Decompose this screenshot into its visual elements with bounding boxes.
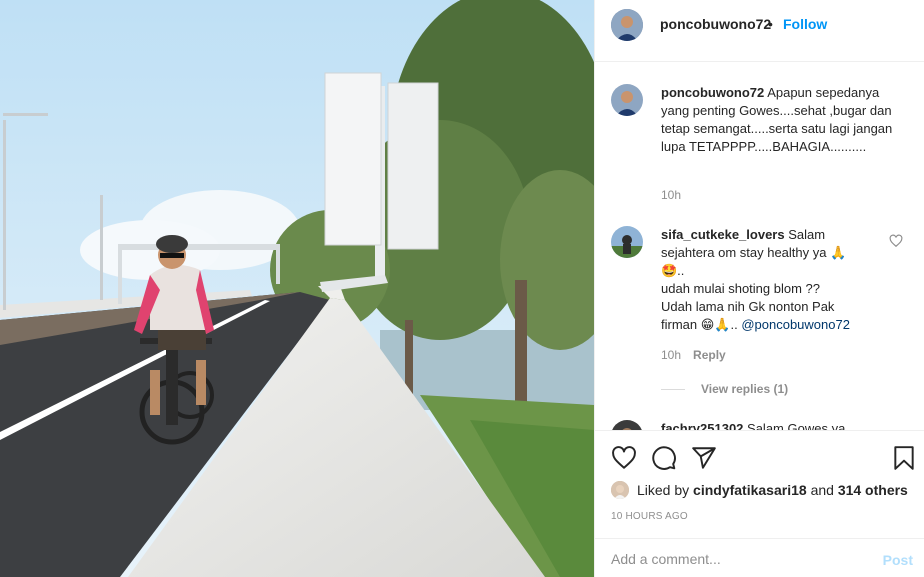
reply-button[interactable]: Reply bbox=[693, 348, 726, 362]
view-replies-button[interactable]: View replies (1) bbox=[661, 382, 788, 396]
caption-avatar[interactable] bbox=[611, 84, 643, 116]
view-replies-label: View replies (1) bbox=[701, 382, 789, 396]
author-avatar[interactable] bbox=[611, 9, 643, 41]
author-username[interactable]: poncobuwono72 bbox=[660, 16, 771, 32]
caption-time[interactable]: 10h bbox=[661, 188, 681, 202]
add-comment-bar: Post bbox=[595, 538, 924, 577]
comment-text-line: 🤩.. bbox=[661, 263, 685, 278]
bookmark-icon[interactable] bbox=[891, 445, 917, 471]
caption-text-block: poncobuwono72 Apapun sepedanya yang pent… bbox=[661, 84, 901, 156]
comment-text-line: firman 😁🙏.. bbox=[661, 317, 738, 332]
post-image-illustration bbox=[0, 0, 594, 577]
separator-dot: • bbox=[768, 16, 773, 32]
liker-avatar[interactable] bbox=[611, 481, 629, 499]
share-icon[interactable] bbox=[691, 445, 717, 471]
post-image[interactable] bbox=[0, 0, 594, 577]
avatar-picture bbox=[611, 9, 643, 41]
caption-username[interactable]: poncobuwono72 bbox=[661, 85, 764, 100]
comment-input[interactable] bbox=[611, 551, 861, 567]
liker-username[interactable]: cindyfatikasari18 bbox=[693, 482, 807, 498]
replies-divider bbox=[661, 389, 685, 391]
comment-heart-icon[interactable] bbox=[889, 234, 903, 248]
avatar-picture bbox=[611, 481, 629, 499]
avatar-picture bbox=[611, 84, 643, 116]
avatar-picture bbox=[611, 226, 643, 258]
comment-username[interactable]: sifa_cutkeke_lovers bbox=[661, 227, 785, 242]
likes-summary: Liked by cindyfatikasari18 and 314 other… bbox=[611, 480, 908, 500]
heart-icon[interactable] bbox=[611, 445, 637, 471]
post-timestamp[interactable]: 10 HOURS AGO bbox=[611, 511, 688, 522]
post-comment-button[interactable]: Post bbox=[883, 552, 913, 568]
comments-list[interactable]: poncobuwono72 Apapun sepedanya yang pent… bbox=[595, 62, 924, 430]
comment-avatar[interactable] bbox=[611, 226, 643, 258]
post-sidebar: poncobuwono72 • Follow poncobuwono72 Apa… bbox=[594, 0, 924, 577]
follow-button[interactable]: Follow bbox=[783, 16, 827, 32]
comment-avatar[interactable] bbox=[611, 420, 643, 430]
comment-meta: 10h Reply bbox=[661, 348, 726, 362]
comment-text: Salam Gowes ya bbox=[747, 421, 846, 430]
comment-mention[interactable]: @poncobuwono72 bbox=[741, 317, 850, 332]
comment-username[interactable]: fachry251302 bbox=[661, 421, 743, 430]
likes-prefix: Liked by bbox=[637, 482, 690, 498]
comment-text-block: sifa_cutkeke_lovers Salam sejahtera om s… bbox=[661, 226, 881, 334]
likes-others-link[interactable]: 314 others bbox=[838, 482, 908, 498]
avatar-picture bbox=[611, 420, 643, 430]
likes-conj: and bbox=[810, 482, 834, 498]
action-bar bbox=[595, 430, 924, 486]
comment-text-line: udah mulai shoting blom ?? bbox=[661, 281, 820, 296]
post-header: poncobuwono72 • Follow bbox=[595, 0, 924, 62]
comment-text-block: fachry251302 Salam Gowes ya bbox=[661, 420, 901, 430]
comment-text-line: Udah lama nih Gk nonton Pak bbox=[661, 299, 835, 314]
comment-icon[interactable] bbox=[651, 445, 677, 471]
comment-time[interactable]: 10h bbox=[661, 348, 681, 362]
